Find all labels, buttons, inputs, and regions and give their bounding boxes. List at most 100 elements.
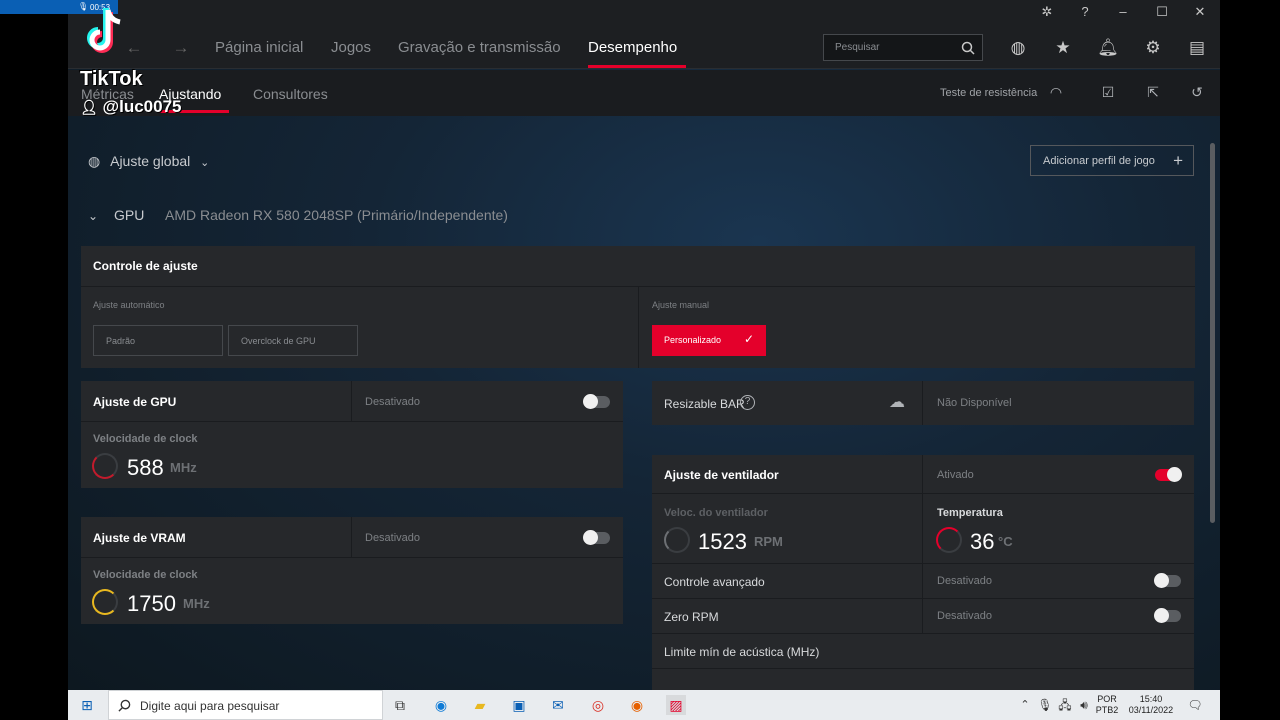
- divider: [652, 598, 1194, 599]
- add-profile-label: Adicionar perfil de jogo: [1043, 155, 1155, 167]
- taskbar-search-input[interactable]: Digite aqui para pesquisar: [108, 690, 383, 720]
- clock-time: 15:40: [1139, 694, 1163, 704]
- chevron-up-icon[interactable]: ⌃: [1015, 695, 1035, 715]
- gear-icon[interactable]: ⚙: [1142, 37, 1164, 59]
- fan-tuning-toggle[interactable]: [1155, 467, 1182, 482]
- app-window: ✲ ? – ☐ ✕ ← → Página inicial Jogos Grava…: [68, 0, 1220, 720]
- advanced-control-state: Desativado: [937, 575, 993, 587]
- firefox-icon[interactable]: ◉: [627, 695, 647, 715]
- help-icon[interactable]: ?: [1075, 3, 1095, 21]
- globe-icon[interactable]: ◍: [1007, 37, 1029, 59]
- maximize-icon[interactable]: ☐: [1152, 3, 1172, 21]
- vram-clock-gauge: [92, 589, 118, 615]
- tiktok-username: 👤︎ @luc0075: [80, 97, 182, 117]
- preset-custom-button[interactable]: Personalizado ✓: [652, 325, 766, 356]
- gpu-tuning-toggle[interactable]: [583, 394, 610, 409]
- global-label: Ajuste global: [110, 153, 191, 169]
- clock[interactable]: 15:40 03/11/2022: [1123, 694, 1179, 716]
- main-nav: ← → Página inicial Jogos Gravação e tran…: [68, 25, 1220, 69]
- user-icon: 👤︎: [80, 99, 98, 115]
- close-icon[interactable]: ✕: [1190, 3, 1210, 21]
- temperature-gauge: [936, 527, 962, 553]
- task-view-icon[interactable]: ⧉: [390, 695, 410, 715]
- zero-rpm-label: Zero RPM: [664, 610, 719, 624]
- fan-speed-value: 1523: [698, 529, 747, 554]
- star-icon[interactable]: ★: [1052, 37, 1074, 59]
- nav-recording[interactable]: Gravação e transmissão: [398, 39, 561, 56]
- preset-default-button[interactable]: Padrão: [93, 325, 223, 356]
- globe-small-icon: ◍: [88, 153, 101, 169]
- divider: [652, 633, 1194, 634]
- gpu-clock-unit: MHz: [170, 460, 197, 475]
- language-indicator[interactable]: POR PTB2: [1094, 694, 1120, 716]
- divider: [922, 381, 923, 425]
- add-game-profile-button[interactable]: Adicionar perfil de jogo +: [1030, 145, 1194, 176]
- resizable-bar-state: Não Disponível: [937, 397, 1012, 409]
- panel-icon[interactable]: ▤: [1186, 37, 1208, 59]
- file-explorer-icon[interactable]: ▰: [470, 695, 490, 715]
- auto-tuning-label: Ajuste automático: [93, 300, 165, 310]
- reset-icon[interactable]: ↺: [1187, 82, 1207, 102]
- divider: [81, 557, 623, 558]
- taskbar-search-placeholder: Digite aqui para pesquisar: [140, 699, 280, 713]
- vram-tuning-panel: Ajuste de VRAM Desativado Velocidade de …: [81, 517, 623, 624]
- gpu-clock-value: 588: [127, 455, 164, 480]
- preset-overclock-button[interactable]: Overclock de GPU: [228, 325, 358, 356]
- search-icon: [961, 41, 975, 55]
- tiktok-username-text: @luc0075: [102, 97, 182, 116]
- nav-games[interactable]: Jogos: [331, 39, 371, 56]
- windows-start-icon[interactable]: ⊞: [77, 695, 97, 715]
- gauge-icon[interactable]: ◠: [1046, 82, 1066, 102]
- notification-icon[interactable]: 🗨︎: [1185, 695, 1205, 715]
- lang-secondary: PTB2: [1095, 705, 1119, 715]
- stress-test-label[interactable]: Teste de resistência: [940, 87, 1037, 99]
- fan-tuning-panel: Ajuste de ventilador Ativado Veloc. do v…: [652, 455, 1194, 690]
- preset-default-label: Padrão: [106, 336, 136, 346]
- gpu-label: GPU: [114, 207, 145, 223]
- microphone-icon[interactable]: 🎙︎: [1035, 695, 1055, 715]
- nav-performance[interactable]: Desempenho: [588, 39, 677, 56]
- mail-icon[interactable]: ✉: [548, 695, 568, 715]
- export-icon[interactable]: ⇱: [1143, 82, 1163, 102]
- search-input[interactable]: Pesquisar: [823, 34, 983, 61]
- global-tuning-selector[interactable]: ◍ Ajuste global ⌄: [88, 153, 209, 170]
- divider: [638, 287, 639, 368]
- search-icon: [118, 699, 131, 712]
- volume-icon[interactable]: 🔊︎: [1074, 695, 1094, 715]
- help-circle-icon[interactable]: ?: [740, 395, 755, 410]
- nav-home[interactable]: Página inicial: [215, 39, 303, 56]
- divider: [652, 493, 1194, 494]
- bug-report-icon[interactable]: ✲: [1037, 3, 1057, 21]
- tiktok-logo-icon: [87, 8, 121, 53]
- tab-advisors[interactable]: Consultores: [253, 86, 328, 102]
- save-profile-icon[interactable]: ☑: [1098, 82, 1118, 102]
- chevron-down-icon: ⌄: [88, 209, 99, 223]
- fan-speed-label: Veloc. do ventilador: [664, 507, 768, 519]
- network-icon[interactable]: 🖧: [1055, 695, 1075, 715]
- check-icon: ✓: [743, 332, 754, 346]
- fan-speed-gauge: [664, 527, 690, 553]
- edge-icon[interactable]: ◉: [431, 695, 451, 715]
- zero-rpm-toggle[interactable]: [1154, 608, 1181, 623]
- gpu-selector[interactable]: ⌄ GPU AMD Radeon RX 580 2048SP (Primário…: [88, 207, 508, 223]
- resizable-bar-panel: Resizable BAR ? ☁ Não Disponível: [652, 381, 1194, 425]
- scrollbar[interactable]: [1210, 143, 1215, 523]
- forward-arrow-icon[interactable]: →: [170, 37, 192, 59]
- gpu-clock-label: Velocidade de clock: [93, 433, 198, 445]
- amd-software-icon[interactable]: ▨: [666, 695, 686, 715]
- gpu-tuning-panel: Ajuste de GPU Desativado Velocidade de c…: [81, 381, 623, 488]
- advanced-control-toggle[interactable]: [1154, 573, 1181, 588]
- resizable-bar-title: Resizable BAR: [664, 397, 745, 411]
- chrome-icon[interactable]: ◎: [588, 695, 608, 715]
- fan-tuning-state: Ativado: [937, 469, 974, 481]
- bell-icon[interactable]: 🔔︎: [1097, 37, 1119, 59]
- vram-tuning-toggle[interactable]: [583, 530, 610, 545]
- temperature-value: 36: [970, 529, 995, 554]
- preset-custom-label: Personalizado: [664, 335, 722, 345]
- fan-tuning-title: Ajuste de ventilador: [664, 468, 779, 482]
- store-icon[interactable]: ▣: [509, 695, 529, 715]
- brain-icon: ☁: [889, 394, 905, 411]
- chevron-down-icon: ⌄: [200, 157, 210, 169]
- minimize-icon[interactable]: –: [1113, 3, 1133, 21]
- gpu-clock-gauge: [92, 453, 118, 479]
